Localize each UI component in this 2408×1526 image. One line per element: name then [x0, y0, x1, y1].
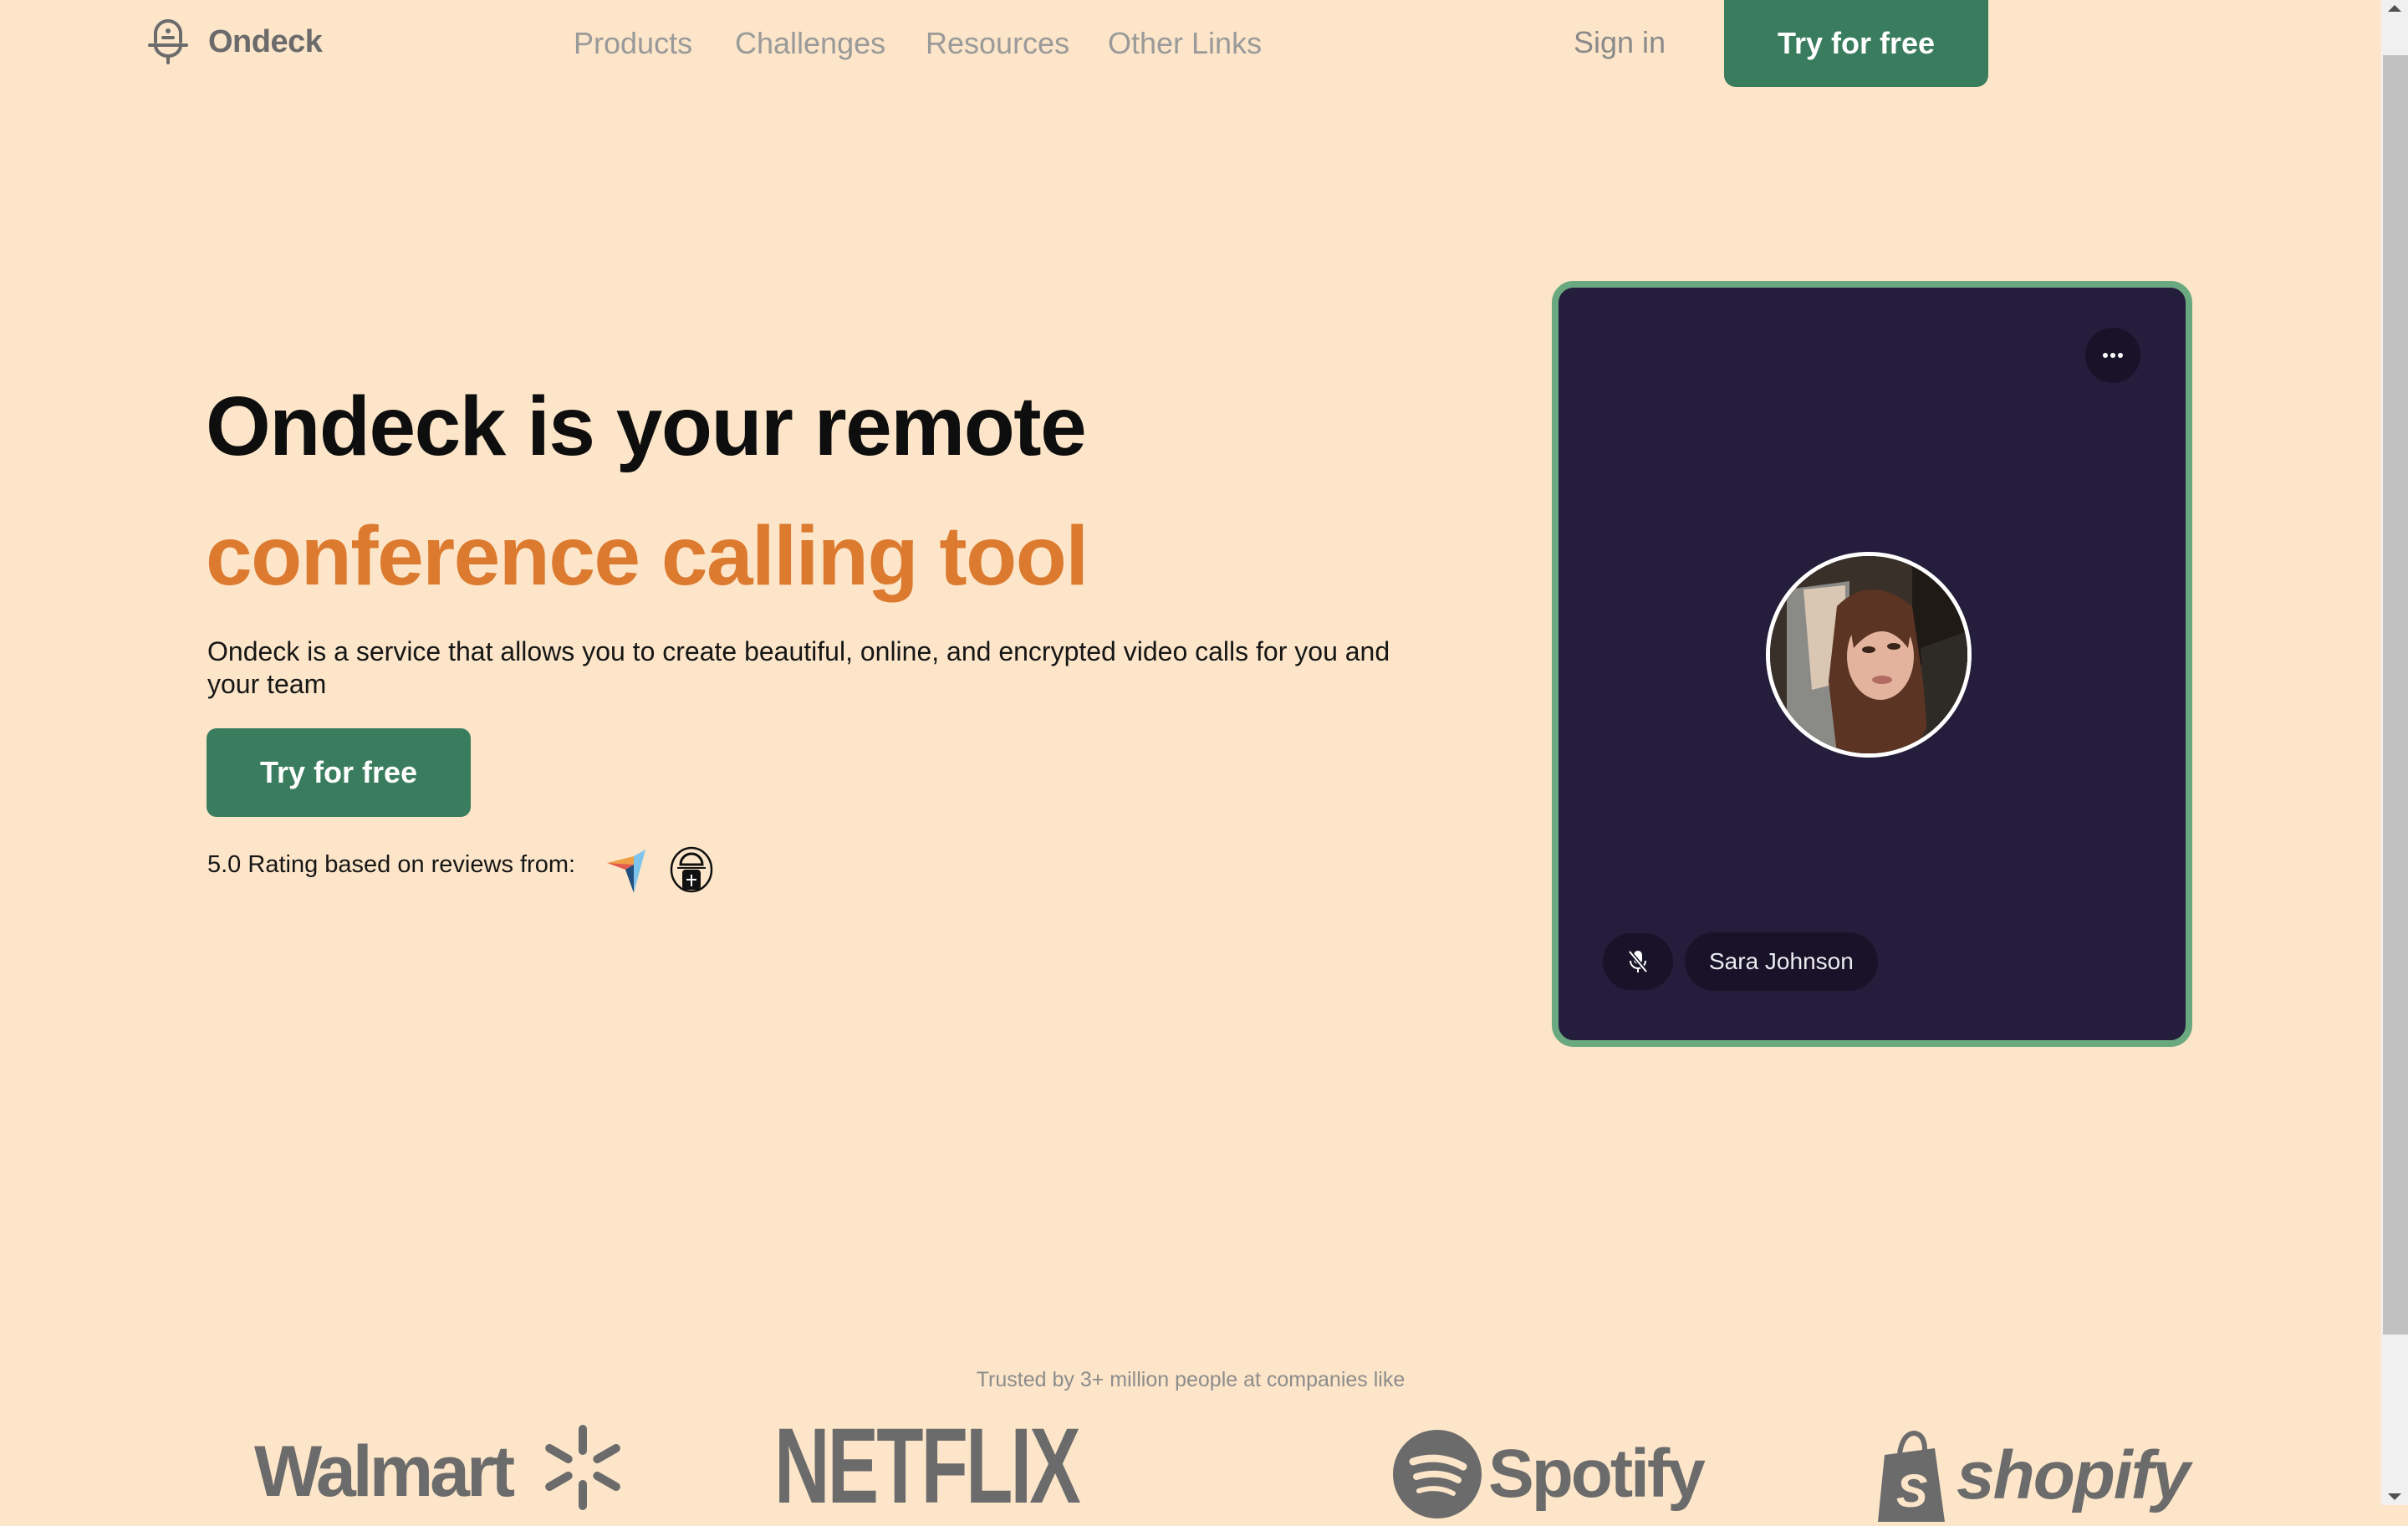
- paper-plane-logo-icon[interactable]: [605, 846, 647, 893]
- walmart-wordmark: Walmart: [254, 1432, 515, 1512]
- more-dots-icon: [2103, 353, 2108, 358]
- trusted-by-text: Trusted by 3+ million people at companie…: [976, 1368, 1406, 1391]
- brand-name[interactable]: Ondeck: [208, 20, 323, 64]
- spotify-wordmark: Spotify: [1488, 1436, 1706, 1512]
- hero-title-line1: Ondeck is your remote: [206, 380, 1087, 473]
- header-try-free-button[interactable]: Try for free: [1724, 0, 1988, 87]
- scroll-up-arrow-icon[interactable]: [2381, 0, 2408, 17]
- mute-toggle-button[interactable]: [1603, 933, 1673, 990]
- more-options-button[interactable]: [2085, 328, 2140, 383]
- shopify-logo: S shopify: [1876, 1430, 2191, 1522]
- walmart-logo: Walmart: [254, 1421, 629, 1522]
- walmart-spark-icon: [545, 1425, 620, 1510]
- netflix-logo: NETFLIX: [774, 1406, 1081, 1526]
- mic-off-icon: [1628, 950, 1648, 973]
- nav-resources[interactable]: Resources: [926, 22, 1069, 65]
- scrollbar-thumb[interactable]: [2383, 55, 2408, 1335]
- shopify-wordmark: shopify: [1956, 1437, 2191, 1513]
- shopify-bag-icon: S: [1878, 1430, 1945, 1522]
- participant-avatar: [1766, 552, 1972, 758]
- nav-other-links[interactable]: Other Links: [1108, 22, 1262, 65]
- participant-name: Sara Johnson: [1685, 932, 1878, 991]
- product-hunt-cat-logo-icon[interactable]: [669, 846, 714, 893]
- hero-title-line2: conference calling tool: [206, 509, 1089, 603]
- svg-text:S: S: [1896, 1464, 1927, 1517]
- sign-in-link[interactable]: Sign in: [1574, 21, 1666, 64]
- scroll-down-arrow-icon[interactable]: [2381, 1488, 2408, 1505]
- logo-icon[interactable]: [147, 17, 189, 65]
- nav-challenges[interactable]: Challenges: [735, 22, 885, 65]
- rating-text: 5.0 Rating based on reviews from:: [207, 851, 576, 878]
- nav-products[interactable]: Products: [574, 22, 692, 65]
- spotify-logo: Spotify: [1393, 1428, 1706, 1520]
- hero-try-free-button[interactable]: Try for free: [207, 728, 471, 817]
- spotify-icon: [1393, 1430, 1482, 1518]
- hero-description: Ondeck is a service that allows you to c…: [207, 636, 1390, 699]
